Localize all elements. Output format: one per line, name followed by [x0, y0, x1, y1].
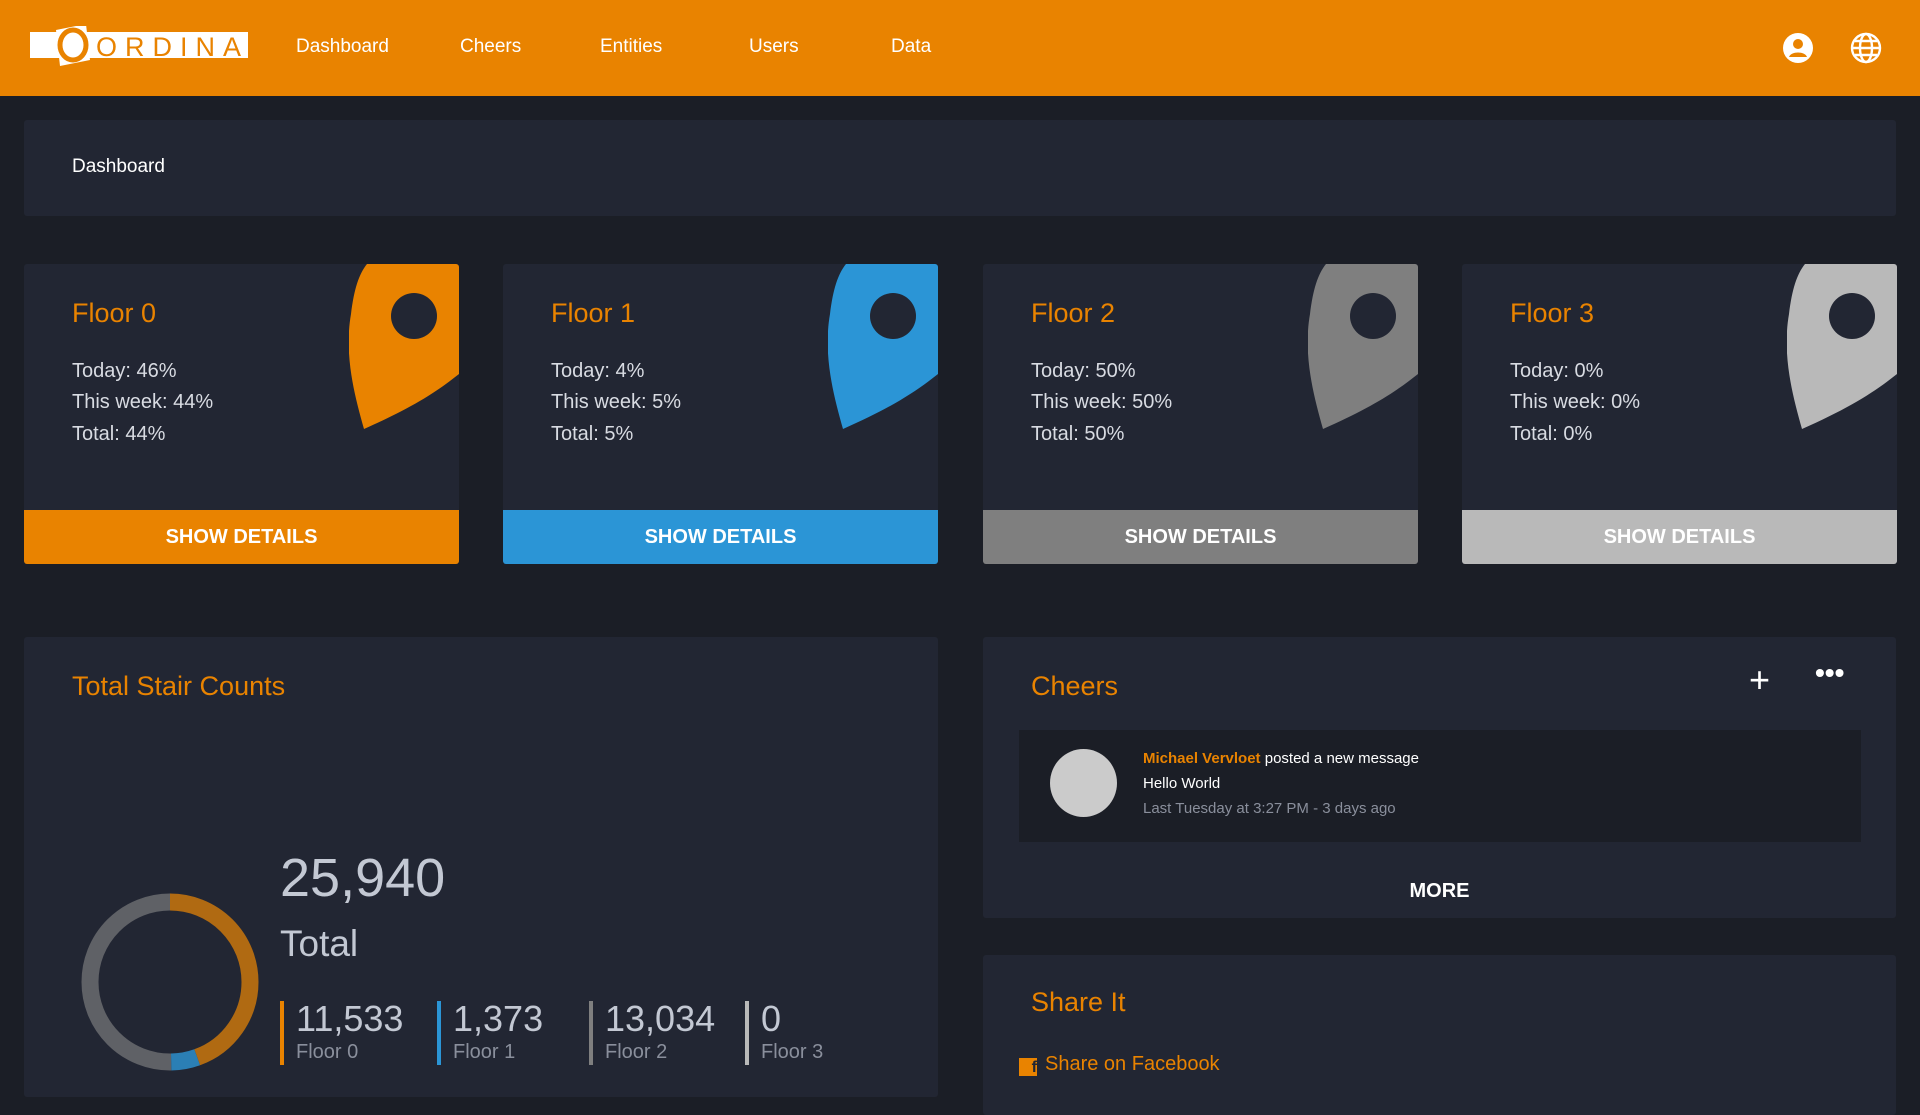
share-facebook-label: Share on Facebook	[1045, 1053, 1220, 1075]
cheer-item[interactable]: Michael Vervloet posted a new message He…	[1019, 730, 1861, 842]
total-count: 25,940	[280, 848, 446, 908]
stair-donut-chart	[81, 893, 259, 1071]
legend-label: Floor 0	[296, 1041, 359, 1063]
nav-users[interactable]: Users	[749, 36, 799, 58]
total-label: Total	[280, 923, 359, 964]
breadcrumb-current: Dashboard	[72, 156, 165, 177]
show-details-button[interactable]: SHOW DETAILS	[24, 510, 459, 564]
avatar	[1050, 749, 1117, 817]
cheers-title: Cheers	[1031, 671, 1119, 701]
floor-card: Floor 1 Today: 4% This week: 5% Total: 5…	[503, 264, 938, 564]
stair-legend-item: 1,373 Floor 1	[437, 1001, 543, 1065]
legend-label: Floor 3	[761, 1041, 824, 1063]
floor-total: Total: 50%	[1031, 423, 1125, 445]
add-cheer-icon[interactable]: +	[1749, 659, 1770, 701]
nav-data[interactable]: Data	[891, 36, 931, 58]
breadcrumb: Dashboard	[24, 120, 1896, 216]
legend-label: Floor 1	[453, 1041, 516, 1063]
more-button[interactable]: MORE	[983, 880, 1896, 903]
share-panel: Share It f Share on Facebook	[983, 955, 1896, 1115]
floor-title: Floor 0	[72, 298, 157, 328]
share-facebook-link[interactable]: f Share on Facebook	[1019, 1053, 1220, 1076]
legend-value: 1,373	[453, 998, 544, 1039]
floor-total: Total: 44%	[72, 423, 166, 445]
legend-value: 0	[761, 998, 782, 1039]
stair-legend-item: 0 Floor 3	[745, 1001, 823, 1065]
floor-today: Today: 50%	[1031, 360, 1136, 382]
floor-title: Floor 3	[1510, 298, 1595, 328]
cheer-time: Last Tuesday at 3:27 PM - 3 days ago	[1143, 800, 1396, 817]
nav-entities[interactable]: Entities	[600, 36, 662, 58]
floor-total: Total: 5%	[551, 423, 634, 445]
top-navbar: ORDINA Dashboard Cheers Entities Users D…	[0, 0, 1920, 96]
facebook-icon: f	[1019, 1058, 1037, 1076]
user-account-icon[interactable]	[1782, 32, 1814, 64]
floor-week: This week: 50%	[1031, 391, 1173, 413]
show-details-button[interactable]: SHOW DETAILS	[1462, 510, 1897, 564]
floor-card: Floor 0 Today: 46% This week: 44% Total:…	[24, 264, 459, 564]
nav-dashboard[interactable]: Dashboard	[296, 36, 389, 58]
show-details-button[interactable]: SHOW DETAILS	[983, 510, 1418, 564]
language-globe-icon[interactable]	[1850, 32, 1882, 64]
legend-label: Floor 2	[605, 1041, 668, 1063]
location-pin-icon	[1308, 264, 1418, 429]
svg-text:ORDINA: ORDINA	[96, 32, 248, 62]
floor-week: This week: 5%	[551, 391, 682, 413]
cheer-message: Hello World	[1143, 775, 1221, 792]
floor-week: This week: 44%	[72, 391, 214, 413]
floor-card: Floor 3 Today: 0% This week: 0% Total: 0…	[1462, 264, 1897, 564]
cheers-panel: Cheers + ••• Michael Vervloet posted a n…	[983, 637, 1896, 918]
floor-total: Total: 0%	[1510, 423, 1593, 445]
nav-cheers[interactable]: Cheers	[460, 36, 521, 58]
share-title: Share It	[1031, 987, 1126, 1017]
location-pin-icon	[828, 264, 938, 429]
location-pin-icon	[349, 264, 459, 429]
ordina-logo[interactable]: ORDINA	[30, 26, 248, 66]
stair-legend-item: 13,034 Floor 2	[589, 1001, 715, 1065]
cheer-action: posted a new message	[1260, 750, 1419, 767]
floor-title: Floor 2	[1031, 298, 1116, 328]
floor-week: This week: 0%	[1510, 391, 1641, 413]
legend-value: 13,034	[605, 998, 716, 1039]
show-details-button[interactable]: SHOW DETAILS	[503, 510, 938, 564]
location-pin-icon	[1787, 264, 1897, 429]
more-options-icon[interactable]: •••	[1815, 657, 1844, 689]
floor-card: Floor 2 Today: 50% This week: 50% Total:…	[983, 264, 1418, 564]
floor-today: Today: 46%	[72, 360, 177, 382]
floor-title: Floor 1	[551, 298, 636, 328]
floor-today: Today: 0%	[1510, 360, 1604, 382]
legend-value: 11,533	[296, 998, 404, 1039]
cheer-author[interactable]: Michael Vervloet	[1143, 750, 1261, 767]
stair-legend-item: 11,533 Floor 0	[280, 1001, 403, 1065]
stair-counts-panel: Total Stair Counts 25,940 Total 11,533 Fl…	[24, 637, 938, 1097]
floor-today: Today: 4%	[551, 360, 645, 382]
stair-counts-title: Total Stair Counts	[72, 671, 286, 701]
